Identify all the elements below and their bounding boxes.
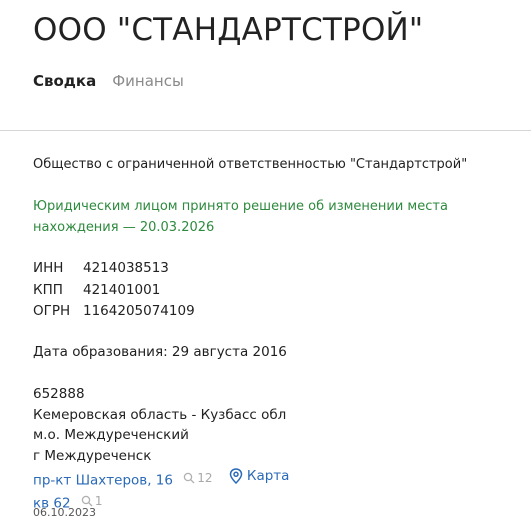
inn-label: ИНН — [33, 260, 64, 276]
address-city: г Междуреченск — [33, 447, 152, 464]
divider — [0, 130, 531, 131]
apartment-count-value: 1 — [94, 493, 103, 508]
ogrn-value: 1164205074109 — [83, 303, 195, 319]
street-search-count[interactable]: 12 — [183, 468, 213, 489]
street-link[interactable]: пр-кт Шахтеров, 16 — [33, 472, 173, 488]
kpp-label: КПП — [33, 281, 63, 298]
registration-codes: ИНН 4214038513 КПП 421401001 ОГРН 116420… — [33, 258, 195, 323]
postal-code: 652888 — [33, 386, 85, 402]
map-label: Карта — [246, 468, 290, 484]
address-district: м.о. Междуреченский — [33, 427, 189, 443]
address-region: Кемеровская область - Кузбасс обл — [33, 406, 287, 423]
founded-date: Дата образования: 29 августа 2016 — [33, 344, 287, 360]
search-icon — [184, 473, 195, 484]
map-pin-icon — [229, 468, 243, 485]
tab-finance[interactable]: Финансы — [112, 72, 184, 90]
kpp-row: КПП 421401001 — [33, 280, 195, 302]
map-link[interactable]: Карта — [229, 466, 290, 487]
clipped-date: 06.10.2023 — [33, 506, 96, 519]
company-full-name: Общество с ограниченной ответственностью… — [33, 157, 468, 172]
kpp-value: 421401001 — [83, 281, 161, 298]
street-count-value: 12 — [197, 471, 213, 485]
address-block: 652888 Кемеровская область - Кузбасс обл… — [33, 384, 289, 514]
inn-row: ИНН 4214038513 — [33, 258, 195, 280]
address-street-line: пр-кт Шахтеров, 16 12 Карта — [33, 466, 289, 491]
page-title: ООО "СТАНДАРТСТРОЙ" — [33, 12, 424, 48]
ogrn-label: ОГРН — [33, 303, 71, 319]
inn-value: 4214038513 — [83, 260, 169, 276]
tabs: Сводка Финансы — [33, 72, 184, 90]
ogrn-row: ОГРН 1164205074109 — [33, 301, 195, 323]
relocation-notice: Юридическим лицом принято решение об изм… — [33, 199, 448, 235]
tab-summary[interactable]: Сводка — [33, 72, 96, 90]
